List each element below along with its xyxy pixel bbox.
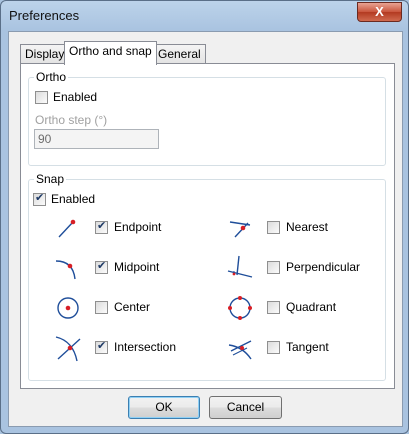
- tab-general-label: General: [158, 47, 201, 61]
- snap-group-label: Snap: [34, 172, 67, 186]
- close-icon: X: [375, 4, 384, 19]
- midpoint-label[interactable]: Midpoint: [114, 260, 159, 274]
- ortho-enabled-checkbox[interactable]: [35, 91, 48, 104]
- perpendicular-icon: [227, 255, 253, 278]
- dialog-client-area: Display Ortho and snap General Ortho Ena…: [8, 31, 403, 427]
- window-title: Preferences: [9, 8, 80, 23]
- intersection-label[interactable]: Intersection: [114, 340, 176, 354]
- center-label[interactable]: Center: [114, 300, 150, 314]
- perpendicular-checkbox[interactable]: [267, 261, 280, 274]
- tangent-checkbox[interactable]: [267, 341, 280, 354]
- nearest-icon: [229, 221, 251, 238]
- close-button[interactable]: X: [357, 2, 402, 22]
- quadrant-label[interactable]: Quadrant: [286, 300, 336, 314]
- preferences-window: Preferences X Display Ortho and snap Gen…: [0, 0, 409, 434]
- cancel-button[interactable]: Cancel: [209, 396, 282, 419]
- ortho-step-field[interactable]: 90: [34, 129, 159, 149]
- nearest-label[interactable]: Nearest: [286, 220, 328, 234]
- ortho-step-label: Ortho step (°): [35, 113, 108, 127]
- endpoint-checkbox[interactable]: [95, 219, 108, 234]
- snap-enabled-label[interactable]: Enabled: [51, 192, 95, 206]
- ortho-group-label: Ortho: [34, 70, 69, 84]
- nearest-checkbox[interactable]: [267, 221, 280, 234]
- tab-ortho-and-snap[interactable]: Ortho and snap: [64, 41, 157, 65]
- endpoint-label[interactable]: Endpoint: [114, 220, 161, 234]
- intersection-icon: [55, 336, 81, 362]
- snap-enabled-checkbox[interactable]: [33, 191, 46, 206]
- midpoint-checkbox[interactable]: [95, 259, 108, 274]
- intersection-checkbox[interactable]: [95, 339, 108, 354]
- quadrant-checkbox[interactable]: [267, 301, 280, 314]
- tab-panel-ortho-and-snap: Ortho Enabled Ortho step (°) 90 Snap Ena…: [20, 63, 395, 389]
- endpoint-icon: [58, 219, 76, 238]
- tab-ortho-and-snap-label: Ortho and snap: [69, 44, 152, 58]
- center-checkbox[interactable]: [95, 301, 108, 314]
- tangent-icon: [228, 340, 252, 360]
- tab-display-label: Display: [25, 47, 65, 61]
- ortho-group: Ortho Enabled Ortho step (°) 90: [28, 70, 386, 166]
- tab-general[interactable]: General: [153, 44, 206, 64]
- midpoint-icon: [55, 260, 76, 280]
- ok-button[interactable]: OK: [128, 396, 200, 419]
- center-icon: [57, 297, 79, 319]
- ortho-enabled-label[interactable]: Enabled: [53, 90, 97, 104]
- tangent-label[interactable]: Tangent: [286, 340, 329, 354]
- tab-display[interactable]: Display: [20, 44, 70, 64]
- perpendicular-label[interactable]: Perpendicular: [286, 260, 360, 274]
- title-bar[interactable]: Preferences X: [1, 1, 408, 31]
- snap-group: Snap Enabled Endpoint Nearest: [28, 172, 386, 381]
- quadrant-icon: [228, 296, 252, 320]
